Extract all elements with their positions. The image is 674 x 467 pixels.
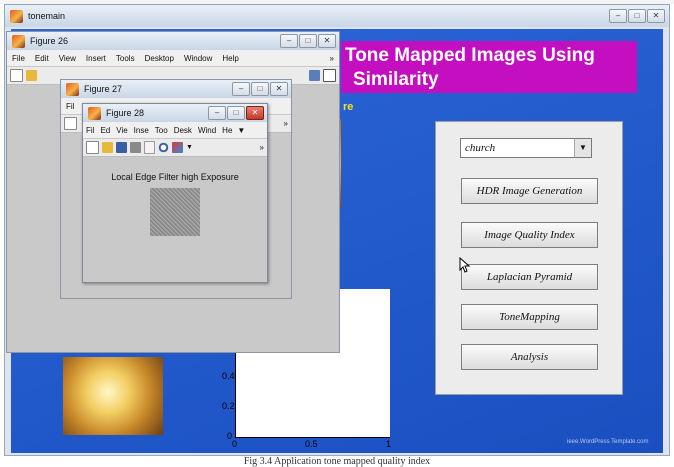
maximize-icon[interactable]: □ [299, 34, 317, 48]
save-icon[interactable] [116, 142, 127, 153]
matlab-logo-icon [66, 82, 79, 96]
hdr-image-generation-button[interactable]: HDR Image Generation [461, 178, 598, 204]
maximize-icon[interactable]: □ [227, 106, 245, 120]
app-window-title: tonemain [28, 11, 66, 21]
maximize-icon[interactable]: □ [628, 9, 646, 23]
open-folder-icon[interactable] [102, 142, 113, 153]
new-file-icon[interactable] [86, 141, 99, 154]
figure-26-menubar: File Edit View Insert Tools Desktop Wind… [7, 50, 339, 67]
toolbar-overflow-icon[interactable]: » [284, 119, 288, 128]
title-banner: Tone Mapped Images Using Similarity [341, 41, 637, 93]
y-tick-label: 0.2 [222, 401, 235, 411]
close-icon[interactable]: ✕ [318, 34, 336, 48]
mouse-cursor-icon [459, 257, 471, 273]
figure-28-title: Figure 28 [106, 108, 145, 118]
toolbar-overflow-icon[interactable]: » [260, 143, 264, 152]
image-select-value: church [465, 142, 496, 154]
figure-26-title: Figure 26 [30, 36, 69, 46]
figure-28-toolbar: ▼ » [83, 139, 267, 157]
close-icon[interactable]: ✕ [246, 106, 264, 120]
menu-file[interactable]: File [7, 54, 30, 63]
pointer-icon[interactable] [144, 141, 155, 154]
x-tick-label: 0 [232, 439, 238, 449]
edge-filter-image [150, 188, 200, 236]
minimize-icon[interactable]: – [609, 9, 627, 23]
menu-edit[interactable]: Ed [97, 126, 113, 135]
menu-help[interactable]: Help [217, 54, 243, 63]
new-file-icon[interactable] [10, 69, 23, 82]
subtitle-fragment: re [343, 101, 354, 113]
tonemapping-button[interactable]: ToneMapping [461, 304, 598, 330]
y-tick-label: 0.4 [222, 371, 235, 381]
figure-26-titlebar[interactable]: Figure 26 – □ ✕ [7, 32, 339, 50]
menu-view[interactable]: Vie [113, 126, 130, 135]
figure-27-title: Figure 27 [84, 84, 123, 94]
chevron-down-icon[interactable]: ▼ [186, 144, 193, 151]
menu-overflow-icon[interactable]: » [325, 54, 339, 63]
matlab-logo-icon [12, 34, 25, 48]
minimize-icon[interactable]: – [280, 34, 298, 48]
menu-tools[interactable]: Tools [111, 54, 140, 63]
menu-insert[interactable]: Inse [131, 126, 152, 135]
tone-mapped-photo [63, 357, 163, 435]
layout-icon[interactable] [323, 69, 336, 82]
matlab-logo-icon [88, 106, 101, 120]
close-icon[interactable]: ✕ [647, 9, 665, 23]
brush-icon[interactable] [172, 142, 183, 153]
app-titlebar[interactable]: tonemain – □ ✕ [5, 5, 669, 27]
menu-window[interactable]: Window [179, 54, 217, 63]
banner-line-1: Tone Mapped Images Using [345, 45, 595, 66]
open-folder-icon[interactable] [26, 70, 37, 81]
analysis-button[interactable]: Analysis [461, 344, 598, 370]
dock-icon[interactable] [309, 70, 320, 81]
menu-window[interactable]: Wind [195, 126, 219, 135]
zoom-icon[interactable] [158, 142, 169, 153]
banner-line-2: Similarity [353, 69, 439, 90]
watermark-text: ieee.WordPress Template.com [567, 439, 649, 445]
menu-insert[interactable]: Insert [81, 54, 111, 63]
close-icon[interactable]: ✕ [270, 82, 288, 96]
menu-desktop[interactable]: Desk [171, 126, 195, 135]
minimize-icon[interactable]: – [232, 82, 250, 96]
figure-caption: Fig 3.4 Application tone mapped quality … [0, 456, 674, 467]
menu-help[interactable]: He [219, 126, 235, 135]
figure-28-window: Figure 28 – □ ✕ Fil Ed Vie Inse Too Desk… [82, 103, 268, 283]
menu-edit[interactable]: Edit [30, 54, 54, 63]
menu-tools[interactable]: Too [152, 126, 171, 135]
menu-file[interactable]: Fil [61, 102, 79, 111]
figure-28-menubar: Fil Ed Vie Inse Too Desk Wind He ▼ [83, 122, 267, 139]
menu-overflow-icon[interactable]: ▼ [235, 126, 247, 135]
new-file-icon[interactable] [64, 117, 77, 130]
x-tick-label: 1 [386, 439, 392, 449]
figure-28-axes-title: Local Edge Filter high Exposure [111, 172, 239, 182]
menu-file[interactable]: Fil [83, 126, 97, 135]
figure-28-titlebar[interactable]: Figure 28 – □ ✕ [83, 104, 267, 122]
minimize-icon[interactable]: – [208, 106, 226, 120]
maximize-icon[interactable]: □ [251, 82, 269, 96]
image-quality-index-button[interactable]: Image Quality Index [461, 222, 598, 248]
print-icon[interactable] [130, 142, 141, 153]
figure-27-titlebar[interactable]: Figure 27 – □ ✕ [61, 80, 291, 98]
menu-view[interactable]: View [54, 54, 81, 63]
x-tick-label: 0.5 [305, 439, 318, 449]
laplacian-pyramid-button[interactable]: Laplacian Pyramid [461, 264, 598, 290]
menu-desktop[interactable]: Desktop [140, 54, 179, 63]
matlab-logo-icon [10, 9, 23, 23]
image-select[interactable]: church ▼ [460, 138, 592, 158]
chevron-down-icon[interactable]: ▼ [574, 139, 591, 157]
